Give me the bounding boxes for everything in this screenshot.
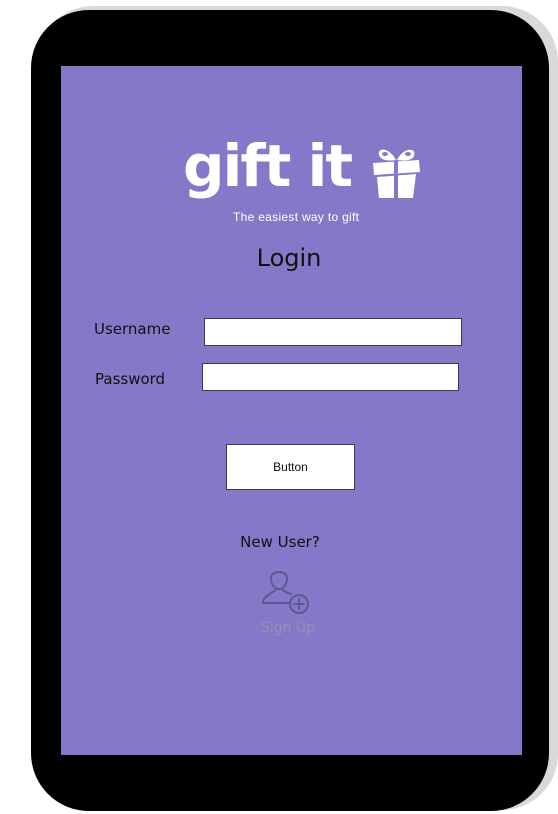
login-button[interactable]: Button	[226, 444, 355, 490]
add-user-icon	[261, 571, 309, 614]
password-label: Password	[95, 370, 166, 388]
app-mockup: gift it The easiest way to gift Login Us…	[0, 0, 558, 814]
password-input[interactable]	[202, 363, 459, 391]
logo-tagline: The easiest way to gift	[233, 210, 360, 224]
gift-box-icon	[373, 149, 420, 198]
username-input[interactable]	[204, 318, 462, 346]
username-label: Username	[94, 320, 171, 338]
sign-up-label: Sign Up	[260, 620, 316, 636]
gift-it-logo: gift it The easiest way to gift	[183, 137, 428, 228]
logo-wordmark: gift it	[183, 132, 353, 200]
page-title: Login	[256, 244, 322, 272]
sign-up-link[interactable]: Sign Up	[246, 565, 330, 641]
new-user-prompt: New User?	[240, 533, 320, 551]
